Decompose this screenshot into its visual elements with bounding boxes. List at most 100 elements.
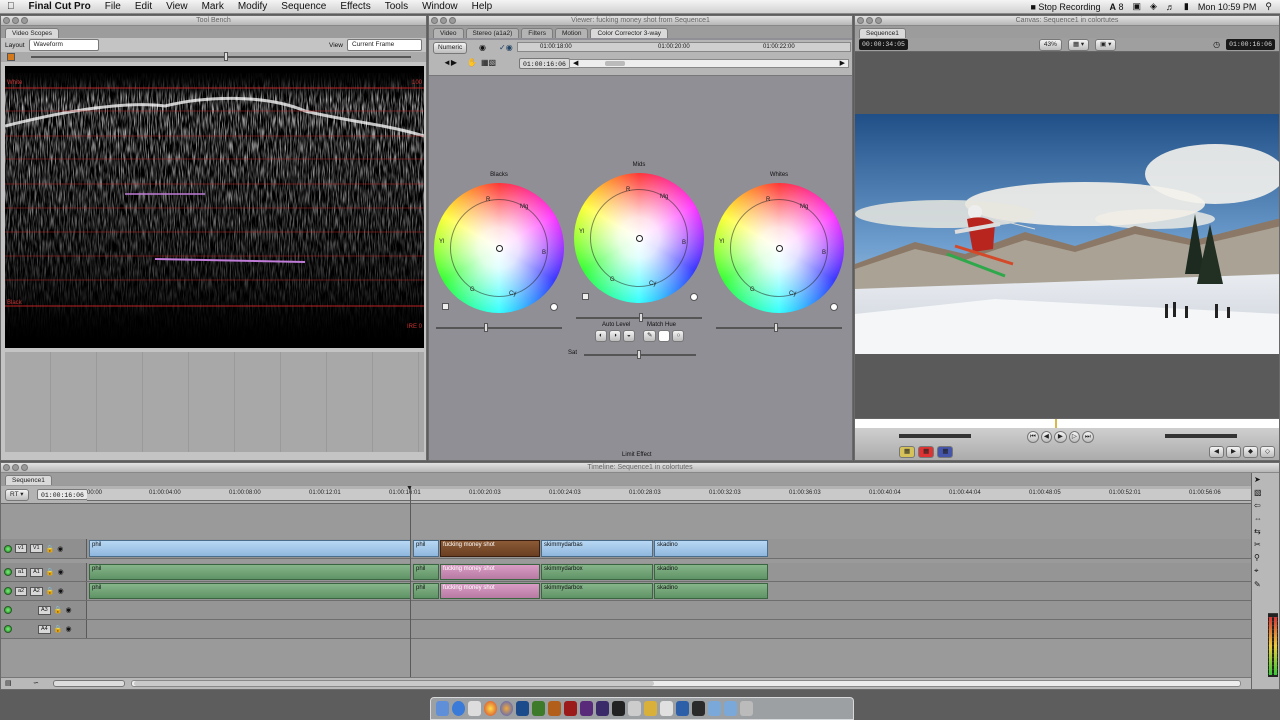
zoom-select[interactable]: 43% — [1038, 38, 1062, 51]
replace-edit-icon[interactable]: ▦ — [937, 446, 954, 458]
canvas-current-timecode[interactable]: 01:00:16:06 — [1226, 39, 1275, 50]
add-keyframe-icon[interactable]: ◇ — [1260, 446, 1275, 458]
rt-menu[interactable]: RT ▾ — [5, 489, 29, 501]
brightness-icon[interactable] — [7, 53, 15, 61]
selection-tool-icon[interactable]: ➤ — [1254, 475, 1264, 484]
display-icon[interactable]: ▣ — [1132, 1, 1141, 12]
scroll-thumb[interactable] — [134, 681, 654, 686]
mids-balance-control[interactable] — [635, 234, 643, 242]
zoom-slider[interactable] — [53, 680, 125, 687]
video-clip[interactable]: skimmydarbas — [541, 540, 653, 557]
track-audible-toggle[interactable] — [4, 625, 12, 633]
mids-color-wheel[interactable]: R Mg B Cy G Yl — [574, 173, 704, 303]
audio-clip[interactable]: phil — [413, 583, 439, 599]
scroll-right-icon[interactable]: ▶ — [840, 59, 845, 67]
safari-icon[interactable] — [452, 701, 465, 716]
autoselect-icon[interactable]: ◉ — [65, 606, 71, 614]
blacks-level-slider[interactable] — [436, 323, 562, 332]
edit-selection-tool-icon[interactable]: ▧ — [1254, 488, 1264, 497]
tab-stereo[interactable]: Stereo (a1a2) — [465, 28, 520, 38]
audio-clip[interactable]: phil — [89, 583, 411, 599]
video-clip-selected[interactable]: fucking money shot — [440, 540, 540, 557]
audio-clip-selected[interactable]: fucking money shot — [440, 583, 540, 599]
canvas-duration-timecode[interactable]: 00:00:34:05 — [859, 39, 908, 50]
autoselect-icon[interactable]: ◉ — [65, 625, 71, 633]
menu-window[interactable]: Window — [415, 1, 465, 12]
source-patch-a2[interactable]: a2 — [15, 586, 28, 596]
track-height-icon[interactable]: ▤ — [5, 679, 12, 687]
zoom-icon[interactable] — [21, 17, 28, 24]
close-icon[interactable] — [857, 17, 864, 24]
clock[interactable]: Mon 10:59 PM — [1198, 2, 1257, 12]
mids-reset-checkbox[interactable] — [582, 293, 589, 300]
audio-clip[interactable]: skimmydarbox — [541, 564, 653, 580]
close-icon[interactable] — [431, 17, 438, 24]
wifi-icon[interactable]: ◈ — [1150, 1, 1157, 12]
playhead-icon[interactable]: ▼ — [406, 485, 413, 492]
scrubber-thumb[interactable] — [605, 61, 625, 66]
go-to-previous-edit-icon[interactable]: ⏮ — [1027, 431, 1039, 443]
autoselect-icon[interactable]: ◉ — [57, 545, 63, 553]
whites-select-button[interactable] — [830, 303, 838, 311]
stop-recording-button[interactable]: ■ Stop Recording — [1030, 2, 1100, 12]
timeline-ruler[interactable]: 00:00 01:00:04:00 01:00:08:00 01:00:12:0… — [87, 489, 1251, 501]
tab-video[interactable]: Video — [433, 28, 464, 38]
canvas-scrubber[interactable] — [855, 418, 1279, 429]
lock-icon[interactable]: 🔒 — [54, 625, 63, 633]
documents-stack-icon[interactable] — [724, 701, 737, 716]
dest-track-a3[interactable]: A3 — [38, 605, 51, 615]
viewer-check-icon[interactable]: ✓◉ — [499, 43, 513, 52]
illustrator-icon[interactable] — [548, 701, 561, 716]
photoshop-icon[interactable] — [516, 701, 529, 716]
minimize-icon[interactable] — [12, 464, 19, 471]
minimize-icon[interactable] — [12, 17, 19, 24]
after-effects-icon[interactable] — [596, 701, 609, 716]
input-menu-icon[interactable]: A 8 — [1109, 2, 1123, 12]
trash-icon[interactable] — [740, 701, 753, 716]
autoselect-icon[interactable]: ◉ — [58, 568, 64, 576]
layout-select[interactable]: Waveform — [28, 39, 99, 51]
razor-tool-icon[interactable]: ✂ — [1254, 540, 1264, 549]
mark-in-icon[interactable]: ◀ — [1209, 446, 1224, 458]
zoom-icon[interactable] — [449, 17, 456, 24]
audio-clip[interactable]: skimmydarbox — [541, 583, 653, 599]
jog-control[interactable] — [1165, 434, 1237, 438]
mids-level-slider[interactable] — [576, 313, 702, 322]
saturation-slider[interactable] — [584, 350, 696, 359]
whites-color-wheel[interactable]: R Mg B Cy G Yl — [714, 183, 844, 313]
clip-keyframes-icon[interactable]: ∽ — [33, 679, 39, 687]
slip-tool-icon[interactable]: ⇆ — [1254, 527, 1264, 536]
mark-out-icon[interactable]: ▶ — [1226, 446, 1241, 458]
battery-icon[interactable]: ▮ — [1184, 1, 1189, 12]
close-icon[interactable] — [3, 464, 10, 471]
view-options-icon[interactable]: ▦ ▾ — [1067, 38, 1090, 51]
audio-clip[interactable]: phil — [89, 564, 411, 580]
premiere-icon[interactable] — [580, 701, 593, 716]
timeline-scrollbar[interactable] — [131, 680, 1241, 687]
play-icon[interactable]: ▶ — [1053, 431, 1067, 443]
finder-icon[interactable] — [436, 701, 449, 716]
menu-effects[interactable]: Effects — [333, 1, 377, 12]
audio-clip[interactable]: skadino — [654, 583, 768, 599]
go-to-next-edit-icon[interactable]: ⏭ — [1081, 431, 1094, 443]
tab-filters[interactable]: Filters — [521, 28, 553, 38]
display-options-icon[interactable]: ▣ ▾ — [1095, 38, 1117, 51]
flash-icon[interactable] — [564, 701, 577, 716]
view-select[interactable]: Current Frame — [347, 39, 422, 51]
numeric-button[interactable]: Numeric — [433, 42, 468, 54]
crop-tool-icon[interactable]: ⌖ — [1254, 566, 1264, 576]
chrome-icon[interactable] — [484, 701, 497, 716]
auto-black-level-button[interactable]: ◐ — [595, 330, 607, 342]
dest-track-a4[interactable]: A4 — [38, 624, 51, 634]
firefox-icon[interactable] — [500, 701, 513, 716]
menu-mark[interactable]: Mark — [195, 1, 231, 12]
reset-match-hue-button[interactable]: ○ — [672, 330, 685, 342]
pen-tool-icon[interactable]: ✎ — [1254, 580, 1264, 589]
viewer-tool-icons[interactable]: ▦▧ — [481, 58, 496, 67]
roll-tool-icon[interactable]: ⇔ — [1254, 514, 1264, 523]
tab-motion[interactable]: Motion — [554, 28, 589, 38]
timeline-timecode[interactable]: 01:00:16:06 — [37, 489, 88, 500]
downloads-stack-icon[interactable] — [708, 701, 721, 716]
mids-select-button[interactable] — [690, 293, 698, 301]
track-select-tool-icon[interactable]: ⇦ — [1254, 501, 1264, 510]
